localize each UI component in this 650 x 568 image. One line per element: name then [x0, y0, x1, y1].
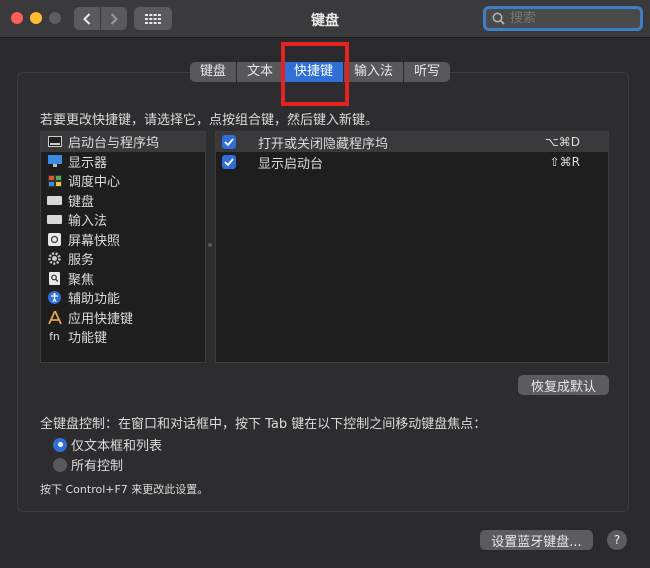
- category-list[interactable]: 启动台与程序坞 显示器 调度中心 键盘 输入法 屏幕快照 服务 聚焦 辅助功能 …: [40, 131, 206, 363]
- category-item-keyboard[interactable]: 键盘: [41, 191, 205, 211]
- mission-control-icon: [47, 174, 62, 187]
- setup-bluetooth-keyboard-button[interactable]: 设置蓝牙键盘...: [480, 530, 593, 550]
- highlight-annotation-box: [281, 42, 349, 106]
- shortcut-checkbox[interactable]: [222, 135, 236, 149]
- control-f7-note: 按下 Control+F7 来更改此设置。: [40, 483, 209, 496]
- keyboard-icon: [47, 194, 62, 207]
- radio-button-selected[interactable]: [53, 437, 67, 452]
- category-label: 应用快捷键: [68, 311, 134, 327]
- category-label: 输入法: [68, 214, 108, 230]
- category-label: 屏幕快照: [68, 233, 121, 249]
- category-label: 聚焦: [68, 272, 95, 288]
- screenshot-icon: [47, 232, 62, 246]
- tab-keyboard[interactable]: 键盘: [190, 62, 238, 82]
- split-view-divider[interactable]: [208, 243, 212, 247]
- accessibility-icon: [47, 291, 62, 305]
- shortcut-keys[interactable]: ⇧⌘R: [550, 155, 580, 169]
- spotlight-icon: [47, 271, 62, 285]
- dock-icon: [47, 135, 62, 148]
- restore-defaults-button[interactable]: 恢复成默认: [518, 375, 609, 395]
- radio-all-controls[interactable]: 所有控制: [53, 455, 123, 474]
- category-item-accessibility[interactable]: 辅助功能: [41, 288, 205, 308]
- tab-text[interactable]: 文本: [237, 62, 285, 82]
- gear-icon: [47, 252, 62, 265]
- shortcut-row[interactable]: 打开或关闭隐藏程序坞 ⌥⌘D: [216, 132, 608, 152]
- input-source-icon: [47, 213, 62, 226]
- keyboard-control-label: 全键盘控制：在窗口和对话框中，按下 Tab 键在以下控制之间移动键盘焦点：: [40, 417, 487, 432]
- radio-button[interactable]: [53, 457, 67, 472]
- help-button[interactable]: ?: [607, 530, 627, 550]
- category-label: 显示器: [68, 155, 108, 171]
- shortcut-list[interactable]: 打开或关闭隐藏程序坞 ⌥⌘D 显示启动台 ⇧⌘R: [215, 131, 609, 363]
- title-bar: 键盘: [0, 0, 650, 38]
- instruction-text: 若要更改快捷键，请选择它，点按组合键，然后键入新键。: [40, 113, 379, 128]
- search-field[interactable]: [483, 6, 643, 31]
- shortcut-checkbox[interactable]: [222, 155, 236, 169]
- app-shortcuts-icon: [47, 310, 62, 324]
- category-label: 启动台与程序坞: [68, 136, 160, 152]
- category-item-spotlight[interactable]: 聚焦: [41, 269, 205, 289]
- shortcut-label: 打开或关闭隐藏程序坞: [258, 136, 389, 152]
- search-icon: [492, 12, 505, 25]
- category-item-services[interactable]: 服务: [41, 249, 205, 269]
- category-item-input-sources[interactable]: 输入法: [41, 210, 205, 230]
- category-item-app-shortcuts[interactable]: 应用快捷键: [41, 308, 205, 328]
- shortcut-label: 显示启动台: [258, 156, 324, 172]
- radio-text-boxes-lists[interactable]: 仅文本框和列表: [53, 435, 162, 454]
- category-label: 辅助功能: [68, 292, 121, 308]
- category-item-launchpad-dock[interactable]: 启动台与程序坞: [41, 132, 205, 152]
- fn-key-icon: fn: [49, 330, 60, 344]
- category-label: 服务: [68, 253, 95, 269]
- tab-input-sources[interactable]: 输入法: [344, 62, 405, 82]
- radio-label: 所有控制: [71, 459, 124, 474]
- category-label: 调度中心: [68, 175, 121, 191]
- tab-dictation[interactable]: 听写: [404, 62, 450, 82]
- category-item-screenshots[interactable]: 屏幕快照: [41, 230, 205, 250]
- search-input[interactable]: [510, 11, 630, 26]
- category-item-function-keys[interactable]: fn 功能键: [41, 327, 205, 347]
- category-item-display[interactable]: 显示器: [41, 152, 205, 172]
- checkmark-icon: [224, 158, 234, 166]
- shortcut-row[interactable]: 显示启动台 ⇧⌘R: [216, 152, 608, 172]
- display-icon: [47, 155, 62, 168]
- shortcut-keys[interactable]: ⌥⌘D: [545, 135, 580, 149]
- checkmark-icon: [224, 138, 234, 146]
- category-item-mission-control[interactable]: 调度中心: [41, 171, 205, 191]
- category-label: 键盘: [68, 194, 95, 210]
- category-label: 功能键: [68, 331, 108, 347]
- radio-label: 仅文本框和列表: [71, 439, 163, 454]
